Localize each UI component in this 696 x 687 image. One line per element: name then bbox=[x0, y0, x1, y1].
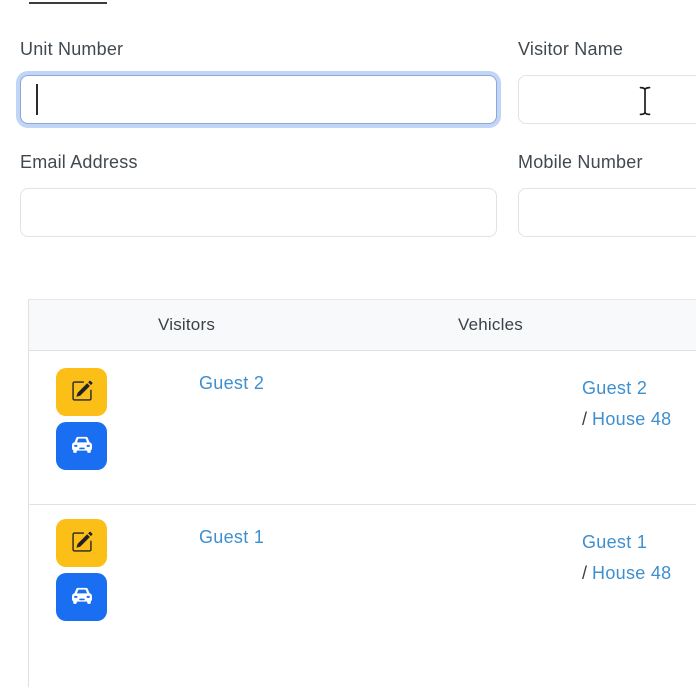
unit-number-label: Unit Number bbox=[20, 39, 123, 60]
vehicle-separator: / bbox=[582, 409, 587, 429]
table-row: Guest 1 Guest 1 / House 48 bbox=[29, 505, 696, 687]
table-row: Guest 2 Guest 2 / House 48 bbox=[29, 351, 696, 505]
visitor-link[interactable]: Guest 1 bbox=[199, 527, 264, 547]
text-cursor-icon bbox=[637, 85, 653, 117]
visitors-table: Visitors Vehicles bbox=[28, 299, 696, 687]
mobile-number-input[interactable] bbox=[518, 188, 696, 237]
edit-square-icon bbox=[71, 531, 93, 556]
car-front-icon bbox=[70, 585, 94, 609]
vehicle-unit-link[interactable]: House 48 bbox=[592, 409, 671, 429]
edit-visitor-button[interactable] bbox=[56, 519, 107, 567]
vehicle-separator: / bbox=[582, 563, 587, 583]
edit-visitor-button[interactable] bbox=[56, 368, 107, 416]
car-front-icon bbox=[70, 434, 94, 458]
table-header-row: Visitors Vehicles bbox=[29, 300, 696, 351]
edit-square-icon bbox=[71, 380, 93, 405]
unit-number-input[interactable] bbox=[20, 75, 497, 124]
visitor-name-label: Visitor Name bbox=[518, 39, 623, 60]
vehicles-column-header: Vehicles bbox=[398, 300, 696, 351]
vehicle-link[interactable]: Guest 1 bbox=[582, 532, 647, 552]
visitor-name-input[interactable] bbox=[518, 75, 696, 124]
email-address-label: Email Address bbox=[20, 152, 138, 173]
visitor-link[interactable]: Guest 2 bbox=[199, 373, 264, 393]
vehicle-link[interactable]: Guest 2 bbox=[582, 378, 647, 398]
mobile-number-label: Mobile Number bbox=[518, 152, 643, 173]
actions-column-header bbox=[29, 300, 140, 351]
email-address-input[interactable] bbox=[20, 188, 497, 237]
vehicle-button[interactable] bbox=[56, 422, 107, 470]
top-edge-mark bbox=[29, 2, 107, 4]
vehicle-button[interactable] bbox=[56, 573, 107, 621]
vehicle-unit-link[interactable]: House 48 bbox=[592, 563, 671, 583]
text-caret bbox=[36, 84, 38, 115]
visitors-column-header: Visitors bbox=[139, 300, 398, 351]
